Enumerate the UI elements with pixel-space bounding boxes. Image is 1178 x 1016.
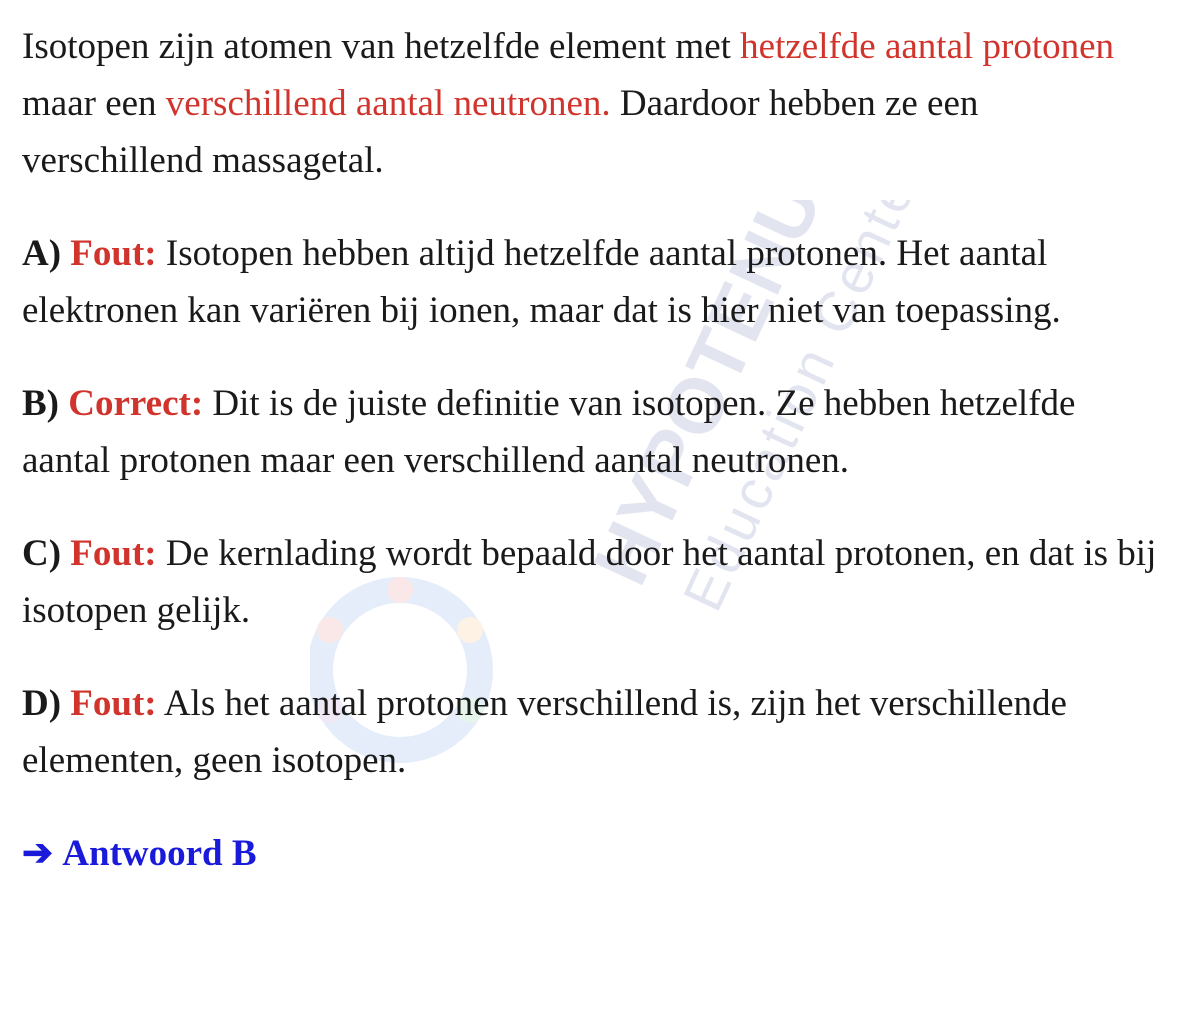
intro-text-1: Isotopen zijn atomen van hetzelfde eleme… bbox=[22, 26, 741, 67]
option-a: A) Fout: Isotopen hebben altijd hetzelfd… bbox=[22, 225, 1162, 339]
explanation-document: Isotopen zijn atomen van hetzelfde eleme… bbox=[22, 18, 1162, 918]
arrow-right-icon: ➔ bbox=[22, 833, 54, 874]
option-c-verdict: Fout: bbox=[70, 533, 157, 574]
option-a-letter: A) bbox=[22, 233, 62, 274]
option-d-verdict: Fout: bbox=[70, 683, 157, 724]
answer-label: Antwoord B bbox=[62, 833, 257, 874]
option-a-verdict: Fout: bbox=[70, 233, 157, 274]
intro-highlight-protons: hetzelfde aantal protonen bbox=[740, 26, 1115, 67]
option-c-text: De kernlading wordt bepaald door het aan… bbox=[22, 533, 1157, 631]
intro-text-2: maar een bbox=[22, 83, 166, 124]
option-a-text: Isotopen hebben altijd hetzelfde aantal … bbox=[22, 233, 1061, 331]
intro-paragraph: Isotopen zijn atomen van hetzelfde eleme… bbox=[22, 18, 1162, 189]
option-d: D) Fout: Als het aantal protonen verschi… bbox=[22, 675, 1162, 789]
option-c-letter: C) bbox=[22, 533, 62, 574]
answer-line: ➔ Antwoord B bbox=[22, 825, 1162, 882]
option-d-text: Als het aantal protonen verschillend is,… bbox=[22, 683, 1067, 781]
option-c: C) Fout: De kernlading wordt bepaald doo… bbox=[22, 525, 1162, 639]
intro-highlight-neutrons: verschillend aantal neutronen. bbox=[165, 83, 611, 124]
option-b-verdict: Correct: bbox=[68, 383, 204, 424]
option-b: B) Correct: Dit is de juiste definitie v… bbox=[22, 375, 1162, 489]
option-d-letter: D) bbox=[22, 683, 62, 724]
option-b-letter: B) bbox=[22, 383, 59, 424]
